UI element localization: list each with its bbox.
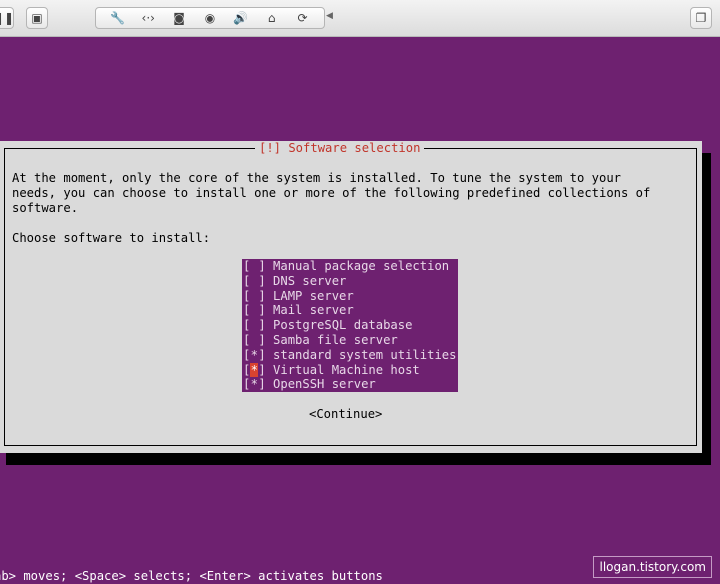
vm-toolbar: ❚❚ ▣ 🔧 ‹·› ◙ ◉ 🔊 ⌂ ⟳ ◀ ❐ [0,0,720,37]
checkbox-checked-mark: * [250,377,259,392]
software-option-label: standard system utilities [265,347,457,362]
dialog-title: [!] Software selection [255,141,425,156]
software-option[interactable]: [ ] Samba file server [242,333,458,348]
usb-icon[interactable]: ⌂ [262,11,282,25]
checkbox[interactable]: [ ] [243,289,266,304]
intro-text-line: At the moment, only the core of the syst… [12,171,622,185]
continue-button[interactable]: <Continue> [309,407,382,422]
help-bar: ab> moves; <Space> selects; <Enter> acti… [0,569,383,583]
software-option-label: Manual package selection [265,259,450,273]
software-option[interactable]: [ ] Mail server [242,303,458,318]
network-icon[interactable]: ‹·› [138,11,158,25]
checkbox-empty-mark [250,333,258,348]
software-option-label: Virtual Machine host [265,362,420,377]
software-option[interactable]: [ ] DNS server [242,274,458,289]
pause-icon[interactable]: ❚❚ [0,7,14,29]
checkbox[interactable]: [*] [243,362,266,378]
software-option-label: DNS server [265,273,347,288]
software-option[interactable]: [*] Virtual Machine host [242,362,458,378]
software-option[interactable]: [*] standard system utilities [242,348,458,363]
software-option[interactable]: [*] OpenSSH server [242,377,458,392]
software-selection-dialog: [!] Software selection At the moment, on… [0,141,702,453]
checkbox-empty-mark [250,289,258,304]
software-option-label: OpenSSH server [265,377,376,392]
software-option[interactable]: [ ] PostgreSQL database [242,318,458,333]
choose-prompt: Choose software to install: [12,231,211,245]
toolbar-arrow-icon[interactable]: ◀ [326,11,333,21]
checkbox-empty-mark [250,259,258,274]
device-toolbar: 🔧 ‹·› ◙ ◉ 🔊 ⌂ ⟳ [95,7,325,29]
checkbox-empty-mark [250,303,258,318]
wrench-icon[interactable]: 🔧 [107,11,127,25]
software-option[interactable]: [ ] LAMP server [242,289,458,304]
checkbox[interactable]: [ ] [243,303,266,318]
refresh-icon[interactable]: ⟳ [292,11,312,25]
checkbox-empty-mark [250,318,258,333]
checkbox[interactable]: [ ] [243,274,266,289]
software-option-label: PostgreSQL database [265,318,413,333]
software-list: [ ] Manual package selection[ ] DNS serv… [242,259,458,392]
disk-icon[interactable]: ◙ [169,11,189,25]
checkbox-empty-mark [250,274,258,289]
software-option[interactable]: [ ] Manual package selection [242,259,458,274]
software-option-label: LAMP server [265,288,354,303]
checkbox-checked-mark: * [250,362,259,378]
camera-icon[interactable]: ◉ [200,11,220,25]
checkbox[interactable]: [ ] [243,333,266,348]
intro-text-line: needs, you can choose to install one or … [12,186,651,200]
snapshot-icon[interactable]: ▣ [26,7,48,29]
intro-text-line: software. [12,201,79,215]
software-option-label: Samba file server [265,332,398,347]
checkbox[interactable]: [ ] [243,318,266,333]
software-option-label: Mail server [265,303,354,318]
checkbox[interactable]: [*] [243,348,266,363]
checkbox[interactable]: [*] [243,377,266,392]
checkbox[interactable]: [ ] [243,259,266,274]
restore-icon[interactable]: ❐ [690,7,712,29]
checkbox-checked-mark: * [250,347,259,362]
watermark: llogan.tistory.com [593,556,712,578]
speaker-icon[interactable]: 🔊 [231,11,251,25]
